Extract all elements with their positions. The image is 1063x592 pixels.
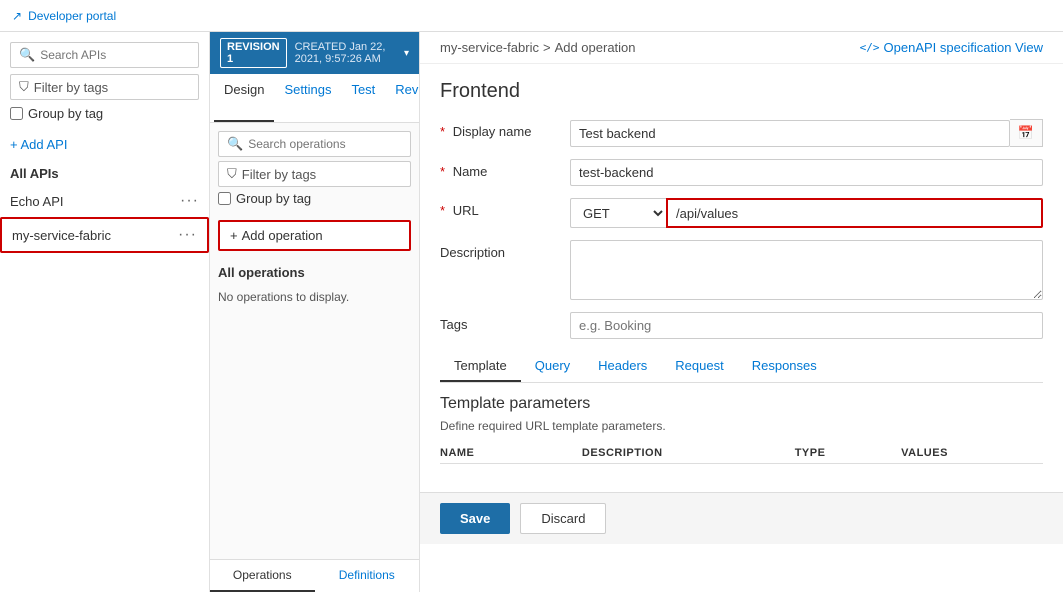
name-row: * Name bbox=[440, 159, 1043, 186]
bottom-actions: Save Discard bbox=[420, 492, 1063, 544]
operations-group-by-tag-checkbox[interactable] bbox=[218, 192, 231, 205]
middle-panel: REVISION 1 CREATED Jan 22, 2021, 9:57:26… bbox=[210, 32, 420, 592]
search-operations-box[interactable]: 🔍 bbox=[218, 131, 411, 157]
col-name: NAME bbox=[440, 447, 582, 459]
description-label: Description bbox=[440, 240, 570, 260]
operations-group-by-tag-row: Group by tag bbox=[218, 191, 411, 206]
add-operation-button[interactable]: + Add operation bbox=[218, 220, 411, 251]
right-content: my-service-fabric > Add operation </> Op… bbox=[420, 32, 1063, 592]
my-service-fabric-label: my-service-fabric bbox=[12, 228, 111, 243]
bottom-tab-definitions[interactable]: Definitions bbox=[315, 560, 420, 592]
inner-tabs: Template Query Headers Request Responses bbox=[440, 351, 1043, 383]
tab-settings[interactable]: Settings bbox=[274, 74, 341, 122]
inner-tab-headers[interactable]: Headers bbox=[584, 351, 661, 382]
add-operation-label: Add operation bbox=[242, 228, 323, 243]
filter-operations-box[interactable]: ⛉ Filter by tags bbox=[218, 161, 411, 187]
group-by-tag-checkbox-row: Group by tag bbox=[10, 106, 199, 121]
all-apis-title: All APIs bbox=[0, 158, 209, 185]
middle-tabs: Design Settings Test Revisions Change lo… bbox=[210, 74, 419, 123]
template-params-title: Template parameters bbox=[440, 395, 1043, 413]
url-label: * URL bbox=[440, 198, 570, 218]
filter-tags-label: Filter by tags bbox=[34, 80, 108, 95]
breadcrumb-page: Add operation bbox=[555, 40, 636, 55]
col-values: VALUES bbox=[901, 447, 1043, 459]
frontend-title: Frontend bbox=[440, 80, 1043, 103]
search-operations-icon: 🔍 bbox=[227, 136, 243, 152]
required-star-name: * bbox=[440, 164, 445, 179]
col-type: TYPE bbox=[795, 447, 901, 459]
group-by-tag-checkbox[interactable] bbox=[10, 107, 23, 120]
code-icon: </> bbox=[860, 41, 880, 54]
template-section: Template parameters Define required URL … bbox=[440, 383, 1043, 476]
breadcrumb-bar: my-service-fabric > Add operation </> Op… bbox=[420, 32, 1063, 64]
tags-row: Tags bbox=[440, 312, 1043, 339]
filter-operations-label: Filter by tags bbox=[242, 167, 316, 182]
breadcrumb: my-service-fabric > Add operation bbox=[440, 40, 636, 55]
operations-group-by-tag-label: Group by tag bbox=[236, 191, 311, 206]
display-name-row: * Display name 📅 bbox=[440, 119, 1043, 147]
template-params-desc: Define required URL template parameters. bbox=[440, 419, 1043, 433]
inner-tab-responses[interactable]: Responses bbox=[738, 351, 831, 382]
tab-revisions[interactable]: Revisions bbox=[385, 74, 420, 122]
echo-api-label: Echo API bbox=[10, 194, 63, 209]
top-bar: ↗ Developer portal bbox=[0, 0, 1063, 32]
add-api-button[interactable]: + Add API bbox=[10, 137, 199, 152]
add-operation-plus-icon: + bbox=[230, 228, 238, 243]
my-service-fabric-menu-dots[interactable]: ··· bbox=[178, 226, 197, 244]
col-description: DESCRIPTION bbox=[582, 447, 795, 459]
bottom-tab-operations[interactable]: Operations bbox=[210, 560, 315, 592]
url-method-select[interactable]: GET POST PUT DELETE PATCH HEAD OPTIONS bbox=[570, 198, 666, 228]
display-name-input-group: 📅 bbox=[570, 119, 1043, 147]
inner-tab-query[interactable]: Query bbox=[521, 351, 584, 382]
required-star-url: * bbox=[440, 203, 445, 218]
add-api-label: + Add API bbox=[10, 137, 67, 152]
url-row: * URL GET POST PUT DELETE PATCH HEAD OPT… bbox=[440, 198, 1043, 228]
all-operations-title: All operations bbox=[210, 257, 419, 284]
discard-button[interactable]: Discard bbox=[520, 503, 606, 534]
search-operations-input[interactable] bbox=[248, 137, 402, 151]
inner-tab-template[interactable]: Template bbox=[440, 351, 521, 382]
left-sidebar: 🔍 ⛉ Filter by tags Group by tag + Add AP… bbox=[0, 32, 210, 592]
sidebar-item-echo-api[interactable]: Echo API ··· bbox=[0, 185, 209, 217]
filter-icon: ⛉ bbox=[19, 79, 29, 95]
display-name-input[interactable] bbox=[570, 120, 1010, 147]
required-star: * bbox=[440, 124, 445, 139]
tab-design[interactable]: Design bbox=[214, 74, 274, 122]
tags-input[interactable] bbox=[570, 312, 1043, 339]
tab-test[interactable]: Test bbox=[341, 74, 385, 122]
group-by-tag-label: Group by tag bbox=[28, 106, 103, 121]
revision-chevron-icon[interactable]: ▾ bbox=[404, 48, 409, 59]
developer-portal-link[interactable]: Developer portal bbox=[28, 9, 116, 23]
table-header: NAME DESCRIPTION TYPE VALUES bbox=[440, 443, 1043, 464]
revision-badge: REVISION 1 bbox=[220, 38, 287, 68]
search-icon: 🔍 bbox=[19, 47, 35, 63]
url-input-group: GET POST PUT DELETE PATCH HEAD OPTIONS bbox=[570, 198, 1043, 228]
revision-bar: REVISION 1 CREATED Jan 22, 2021, 9:57:26… bbox=[210, 32, 419, 74]
sidebar-item-my-service-fabric[interactable]: my-service-fabric ··· bbox=[0, 217, 209, 253]
inner-tab-request[interactable]: Request bbox=[661, 351, 737, 382]
search-apis-input[interactable] bbox=[40, 48, 190, 62]
filter-operations-icon: ⛉ bbox=[227, 166, 237, 182]
url-path-input[interactable] bbox=[666, 198, 1043, 228]
description-row: Description bbox=[440, 240, 1043, 300]
tags-label: Tags bbox=[440, 312, 570, 332]
search-apis-box[interactable]: 🔍 bbox=[10, 42, 199, 68]
breadcrumb-separator: > bbox=[543, 40, 551, 55]
save-button[interactable]: Save bbox=[440, 503, 510, 534]
display-name-label: * Display name bbox=[440, 119, 570, 139]
openapi-label: OpenAPI specification View bbox=[884, 40, 1043, 55]
middle-bottom-tabs: Operations Definitions bbox=[210, 559, 419, 592]
external-link-icon: ↗ bbox=[12, 9, 22, 23]
revision-date: CREATED Jan 22, 2021, 9:57:26 AM bbox=[295, 41, 396, 65]
form-area: Frontend * Display name 📅 * Name bbox=[420, 64, 1063, 492]
description-textarea[interactable] bbox=[570, 240, 1043, 300]
no-operations-text: No operations to display. bbox=[210, 284, 419, 310]
echo-api-menu-dots[interactable]: ··· bbox=[180, 192, 199, 210]
breadcrumb-api: my-service-fabric bbox=[440, 40, 539, 55]
filter-tags-box[interactable]: ⛉ Filter by tags bbox=[10, 74, 199, 100]
name-label: * Name bbox=[440, 159, 570, 179]
openapi-spec-link[interactable]: </> OpenAPI specification View bbox=[860, 40, 1043, 55]
calendar-icon: 📅 bbox=[1010, 119, 1043, 147]
name-input[interactable] bbox=[570, 159, 1043, 186]
